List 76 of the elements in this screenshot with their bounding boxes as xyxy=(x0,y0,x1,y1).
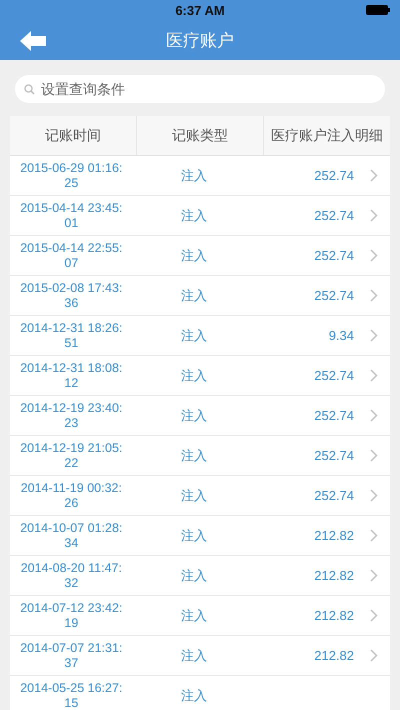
table-row[interactable]: 2014-10-07 01:28:34 注入 212.82 xyxy=(10,516,390,556)
page-title: 医疗账户 xyxy=(166,30,234,52)
chevron-icon xyxy=(370,369,378,382)
search-field[interactable]: 设置查询条件 xyxy=(15,75,385,103)
chevron-icon xyxy=(370,489,378,502)
amount-cell: 252.74 xyxy=(314,208,354,223)
time-cell: 2014-07-12 23:42:19 xyxy=(20,600,123,630)
amount-cell: 252.74 xyxy=(314,288,354,303)
table-row[interactable]: 2014-11-19 00:32:26 注入 252.74 xyxy=(10,476,390,516)
time-cell: 2015-04-14 23:45:01 xyxy=(20,200,123,230)
type-cell: 注入 xyxy=(181,566,207,584)
chevron-icon xyxy=(370,329,378,342)
amount-cell: 212.82 xyxy=(314,568,354,583)
time-cell: 2014-12-19 23:40:23 xyxy=(20,400,123,430)
chevron-icon xyxy=(370,609,378,622)
chevron-icon xyxy=(370,569,378,582)
type-cell: 注入 xyxy=(181,286,207,304)
amount-cell: 252.74 xyxy=(314,168,354,183)
amount-cell: 252.74 xyxy=(314,368,354,383)
column-header: 记账时间 xyxy=(10,116,137,155)
column-header: 医疗账户注入明细 xyxy=(270,126,384,144)
table-row[interactable]: 2014-12-19 23:40:23 注入 252.74 xyxy=(10,396,390,436)
type-cell: 注入 xyxy=(181,206,207,224)
chevron-icon xyxy=(370,289,378,302)
time-cell: 2015-06-29 01:16:25 xyxy=(20,160,123,190)
time-cell: 2014-11-19 00:32:26 xyxy=(20,480,123,510)
table-row[interactable]: 2014-12-19 21:05:22 注入 252.74 xyxy=(10,436,390,476)
table-row[interactable]: 2015-06-29 01:16:25 注入 252.74 xyxy=(10,156,390,196)
amount-cell: 252.74 xyxy=(314,488,354,503)
column-header: 记账类型 xyxy=(137,116,264,155)
table-row[interactable]: 2014-12-31 18:26:51 注入 9.34 xyxy=(10,316,390,356)
table-row[interactable]: 2014-07-12 23:42:19 注入 212.82 xyxy=(10,596,390,636)
type-cell: 注入 xyxy=(181,366,207,384)
chevron-icon xyxy=(370,649,378,662)
chevron-icon xyxy=(370,209,378,222)
amount-cell: 252.74 xyxy=(314,248,354,263)
chevron-icon xyxy=(370,529,378,542)
time-cell: 2014-07-07 21:31:37 xyxy=(20,640,123,670)
time-cell: 2015-04-14 22:55:07 xyxy=(20,240,123,270)
type-cell: 注入 xyxy=(181,646,207,664)
time-cell: 2014-12-31 18:08:12 xyxy=(20,360,123,390)
chevron-icon xyxy=(370,169,378,182)
table-row[interactable]: 2015-04-14 22:55:07 注入 252.74 xyxy=(10,236,390,276)
type-cell: 注入 xyxy=(181,406,207,424)
amount-cell: 9.34 xyxy=(328,328,354,343)
time-cell: 2014-10-07 01:28:34 xyxy=(20,520,123,550)
type-cell: 注入 xyxy=(181,246,207,264)
type-cell: 注入 xyxy=(181,326,207,344)
amount-cell: 212.82 xyxy=(314,608,354,623)
back-button[interactable] xyxy=(18,29,48,53)
type-cell: 注入 xyxy=(181,446,207,464)
type-cell: 注入 xyxy=(181,486,207,504)
table-row[interactable]: 2015-02-08 17:43:36 注入 252.74 xyxy=(10,276,390,316)
time-cell: 2014-05-25 16:27:15 xyxy=(20,680,123,710)
time-cell: 2015-02-08 17:43:36 xyxy=(20,280,123,310)
amount-cell: 212.82 xyxy=(314,528,354,543)
time-cell: 2014-08-20 11:47:32 xyxy=(20,560,123,590)
chevron-icon xyxy=(370,249,378,262)
table-row[interactable]: 2014-05-25 16:27:15 注入 xyxy=(10,676,390,710)
type-cell: 注入 xyxy=(181,606,207,624)
time-cell: 2014-12-31 18:26:51 xyxy=(20,320,123,350)
chevron-icon xyxy=(370,449,378,462)
type-cell: 注入 xyxy=(181,166,207,184)
table-row[interactable]: 2014-07-07 21:31:37 注入 212.82 xyxy=(10,636,390,676)
table-row[interactable]: 2015-04-14 23:45:01 注入 252.74 xyxy=(10,196,390,236)
battery-icon xyxy=(366,5,390,15)
amount-cell: 212.82 xyxy=(314,648,354,663)
amount-cell: 252.74 xyxy=(314,408,354,423)
chevron-icon xyxy=(370,409,378,422)
type-cell: 注入 xyxy=(181,526,207,544)
status-time: 6:37 AM xyxy=(175,2,225,18)
table-row[interactable]: 2014-08-20 11:47:32 注入 212.82 xyxy=(10,556,390,596)
table-row[interactable]: 2014-12-31 18:08:12 注入 252.74 xyxy=(10,356,390,396)
type-cell: 注入 xyxy=(181,686,207,704)
time-cell: 2014-12-19 21:05:22 xyxy=(20,440,123,470)
amount-cell: 252.74 xyxy=(314,448,354,463)
